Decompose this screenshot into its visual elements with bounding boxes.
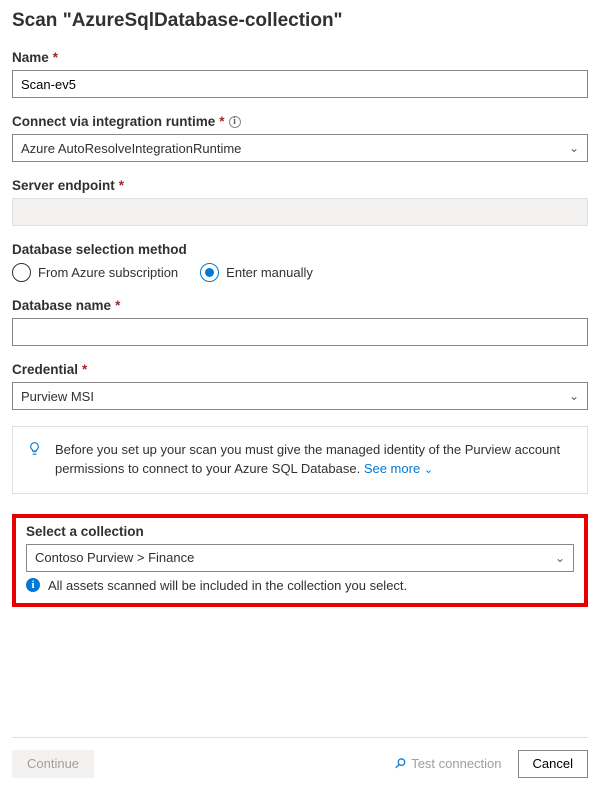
- collection-highlight: Select a collection Contoso Purview > Fi…: [12, 514, 588, 607]
- collection-select[interactable]: Contoso Purview > Finance ⌄: [26, 544, 574, 572]
- info-icon: i: [26, 578, 40, 592]
- tip-text: Before you set up your scan you must giv…: [55, 442, 560, 476]
- runtime-select[interactable]: Azure AutoResolveIntegrationRuntime ⌄: [12, 134, 588, 162]
- endpoint-label: Server endpoint*: [12, 178, 588, 193]
- lightbulb-icon: [27, 441, 42, 463]
- radio-from-subscription[interactable]: From Azure subscription: [12, 263, 178, 282]
- see-more-link[interactable]: See more ⌄: [364, 461, 433, 476]
- plug-icon: ⚲: [390, 754, 409, 773]
- test-connection-link[interactable]: ⚲ Test connection: [395, 755, 502, 772]
- runtime-label: Connect via integration runtime* i: [12, 114, 588, 129]
- info-icon[interactable]: i: [229, 116, 241, 128]
- page-title: Scan "AzureSqlDatabase-collection": [12, 10, 588, 32]
- name-label: Name*: [12, 50, 588, 65]
- dbmethod-label: Database selection method: [12, 242, 588, 257]
- radio-enter-manually[interactable]: Enter manually: [200, 263, 313, 282]
- collection-info-text: All assets scanned will be included in t…: [48, 578, 407, 593]
- collection-label: Select a collection: [26, 524, 574, 539]
- radio-circle-selected-icon: [200, 263, 219, 282]
- dbname-input[interactable]: [12, 318, 588, 346]
- dbname-label: Database name*: [12, 298, 588, 313]
- chevron-down-icon: ⌄: [424, 464, 433, 476]
- endpoint-input[interactable]: [12, 198, 588, 226]
- chevron-down-icon: ⌄: [555, 551, 565, 565]
- credential-label: Credential*: [12, 362, 588, 377]
- cancel-button[interactable]: Cancel: [518, 750, 588, 778]
- chevron-down-icon: ⌄: [569, 389, 579, 403]
- credential-select[interactable]: Purview MSI ⌄: [12, 382, 588, 410]
- tip-callout: Before you set up your scan you must giv…: [12, 426, 588, 494]
- name-input[interactable]: [12, 70, 588, 98]
- chevron-down-icon: ⌄: [569, 141, 579, 155]
- continue-button[interactable]: Continue: [12, 750, 94, 778]
- radio-circle-icon: [12, 263, 31, 282]
